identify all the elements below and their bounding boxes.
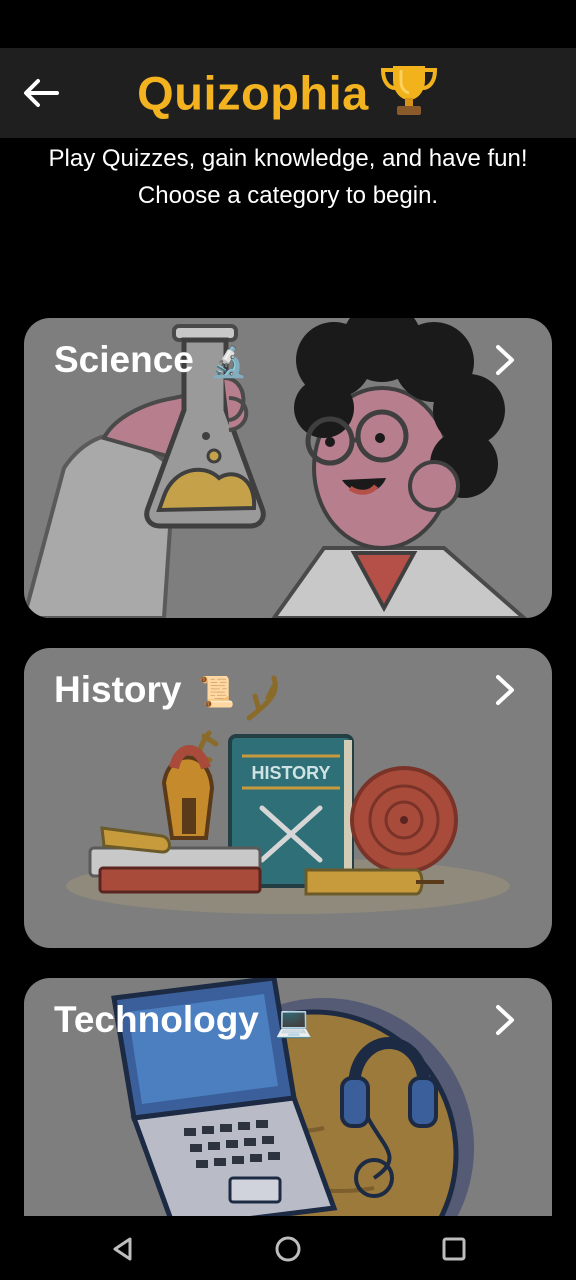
category-label-technology: Technology 💻 xyxy=(54,996,313,1047)
scroll-icon: 📜 xyxy=(197,676,236,709)
app-bar: Quizophia xyxy=(0,48,576,138)
history-label-text: History xyxy=(54,669,182,710)
history-book-title: HISTORY xyxy=(251,763,330,783)
trophy-icon xyxy=(379,62,439,132)
screen: Quizophia Play Quizzes, gain knowledge, … xyxy=(0,0,576,1280)
category-label-science: Science 🔬 xyxy=(54,336,248,387)
chevron-right-icon xyxy=(496,675,514,705)
intro-line-2: Choose a category to begin. xyxy=(137,182,439,209)
chevron-right-icon xyxy=(496,1005,514,1035)
category-card-science[interactable]: Science 🔬 xyxy=(24,318,552,618)
nav-recents-icon[interactable] xyxy=(439,1234,469,1264)
category-label-history: History 📜 xyxy=(54,666,235,717)
intro-line-1: Play Quizzes, gain knowledge, and have f… xyxy=(48,145,528,172)
category-card-history[interactable]: HISTORY History 📜 xyxy=(24,648,552,948)
status-bar xyxy=(0,0,576,48)
intro-text: Play Quizzes, gain knowledge, and have f… xyxy=(0,140,576,214)
app-title-text: Quizophia xyxy=(137,66,369,120)
laptop-icon: 💻 xyxy=(275,1006,313,1039)
category-card-technology[interactable]: Technology 💻 xyxy=(24,978,552,1238)
science-label-text: Science xyxy=(54,339,194,380)
nav-back-icon[interactable] xyxy=(108,1234,138,1264)
technology-label-text: Technology xyxy=(54,999,259,1040)
system-nav-bar xyxy=(0,1216,576,1280)
microscope-icon: 🔬 xyxy=(210,346,248,379)
app-title: Quizophia xyxy=(0,62,576,132)
chevron-right-icon xyxy=(496,345,514,375)
nav-home-icon[interactable] xyxy=(273,1234,303,1264)
